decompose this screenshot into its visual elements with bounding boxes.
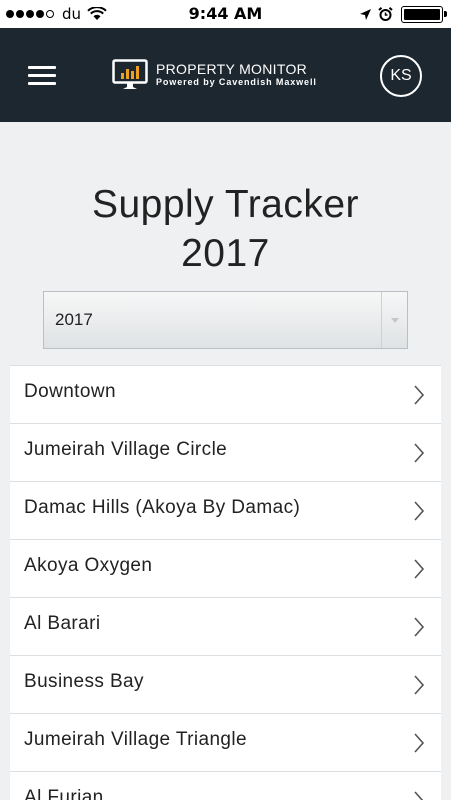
- chevron-right-icon: [414, 675, 425, 695]
- alarm-clock-icon: [378, 7, 393, 21]
- area-list-item-al-barari[interactable]: Al Barari: [10, 598, 441, 656]
- monitor-chart-logo-icon: [112, 59, 148, 89]
- year-dropdown-value: 2017: [55, 310, 93, 329]
- brand-title: PROPERTY MONITOR: [156, 61, 308, 77]
- area-label: Downtown: [24, 381, 116, 402]
- area-list-item-business-bay[interactable]: Business Bay: [10, 656, 441, 714]
- area-list-item-jumeirah-village-triangle[interactable]: Jumeirah Village Triangle: [10, 714, 441, 772]
- year-dropdown[interactable]: 2017: [43, 291, 408, 349]
- chevron-right-icon: [414, 501, 425, 521]
- area-label: Al Furjan: [24, 787, 104, 800]
- chevron-right-icon: [414, 617, 425, 637]
- area-list-item-al-furjan[interactable]: Al Furjan: [10, 772, 441, 800]
- page-title-line-2: 2017: [181, 232, 270, 275]
- hamburger-menu-button[interactable]: [28, 66, 56, 86]
- battery-icon: [401, 6, 447, 23]
- status-right: [353, 6, 447, 23]
- property-monitor-logo: PROPERTY MONITOR Powered by Cavendish Ma…: [112, 58, 328, 92]
- chevron-right-icon: [414, 791, 424, 800]
- chevron-right-icon: [414, 385, 425, 405]
- location-arrow-icon: [360, 9, 371, 20]
- chevron-right-icon: [414, 443, 425, 463]
- area-label: Jumeirah Village Circle: [24, 439, 228, 460]
- area-list-item-damac-hills[interactable]: Damac Hills (Akoya By Damac): [10, 482, 441, 540]
- chevron-right-icon: [414, 733, 425, 753]
- area-label: Al Barari: [24, 613, 101, 634]
- dropdown-arrow-icon: [381, 292, 407, 348]
- area-label: Damac Hills (Akoya By Damac): [24, 497, 301, 518]
- area-list-item-downtown[interactable]: Downtown: [10, 366, 441, 424]
- area-list-item-akoya-oxygen[interactable]: Akoya Oxygen: [10, 540, 441, 598]
- area-list: Downtown Jumeirah Village Circle Damac H…: [10, 365, 441, 800]
- area-label: Akoya Oxygen: [24, 555, 153, 576]
- page-title: Supply Tracker 2017: [0, 180, 451, 278]
- top-navigation-bar: PROPERTY MONITOR Powered by Cavendish Ma…: [0, 28, 451, 122]
- page-title-line-1: Supply Tracker: [91, 183, 360, 226]
- area-list-item-jumeirah-village-circle[interactable]: Jumeirah Village Circle: [10, 424, 441, 482]
- user-avatar[interactable]: KS: [380, 55, 422, 97]
- area-label: Jumeirah Village Triangle: [24, 729, 247, 750]
- status-bar: du 9:44 AM: [0, 0, 451, 28]
- brand-subtitle: Powered by Cavendish Maxwell: [156, 77, 317, 87]
- area-label: Business Bay: [24, 671, 144, 692]
- chevron-right-icon: [414, 559, 425, 579]
